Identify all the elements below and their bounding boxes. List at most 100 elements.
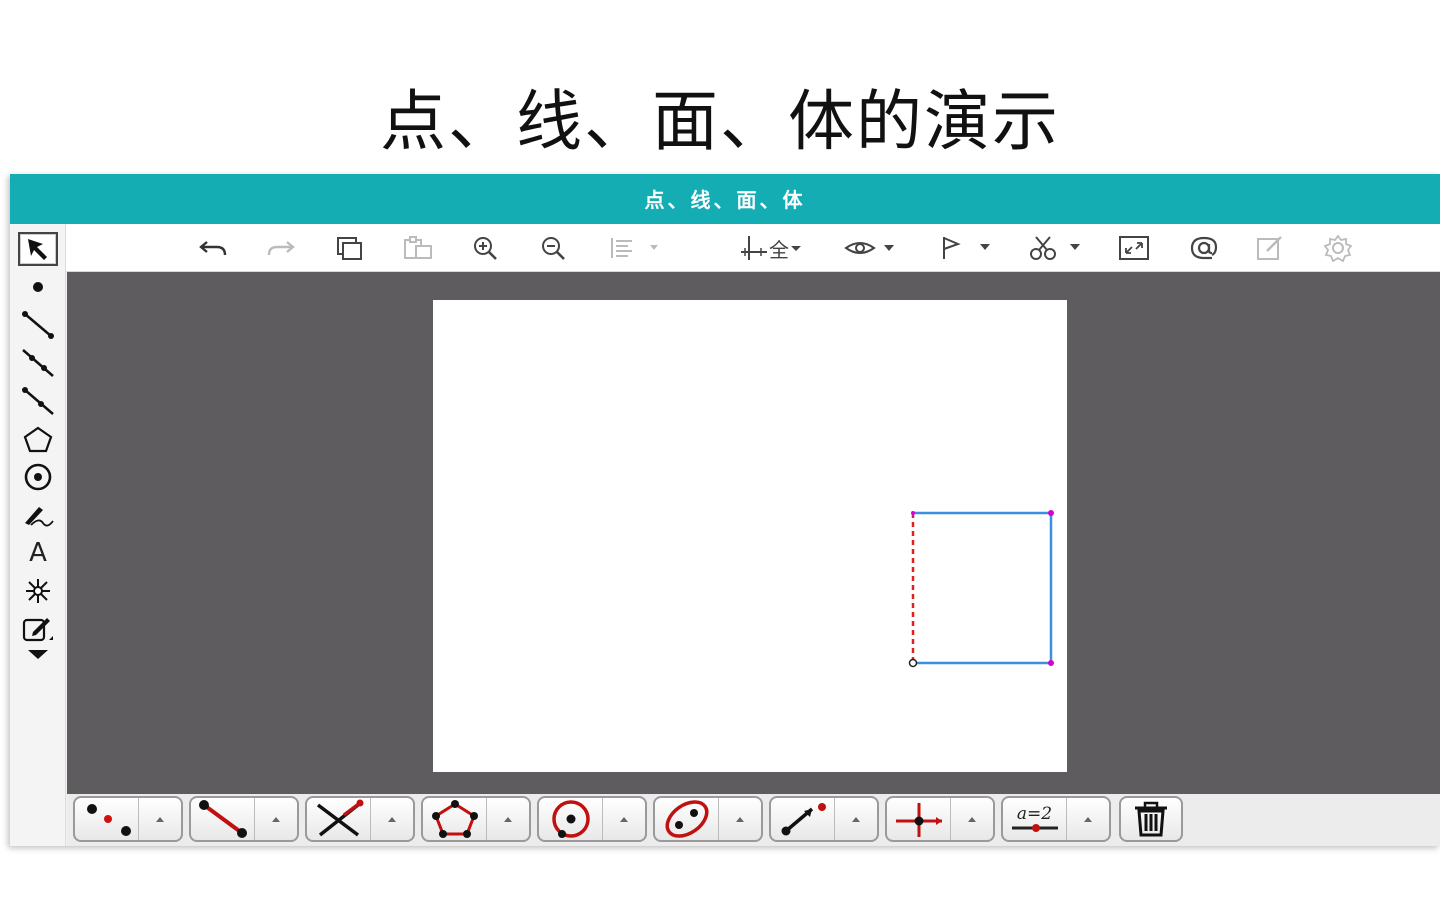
work-area (67, 272, 1440, 794)
paste-icon (404, 236, 432, 259)
slider-icon (1011, 824, 1058, 832)
delete-button[interactable] (1119, 796, 1183, 842)
polygon-icon (431, 800, 478, 838)
fullscreen-icon (1119, 236, 1149, 260)
formula-tool[interactable]: a=2 (1003, 798, 1067, 840)
chevron-up-icon (620, 817, 628, 822)
points-tool-group[interactable] (73, 796, 183, 842)
chevron-up-icon (852, 817, 860, 822)
intersect-icon (316, 799, 363, 837)
edit-icon (22, 618, 53, 642)
left-toolbar: A (10, 224, 66, 846)
axis-tool[interactable] (887, 798, 951, 840)
redo-icon (267, 241, 295, 256)
select-tool[interactable] (18, 232, 58, 266)
axis-icon (741, 236, 767, 260)
segment-tool-expand[interactable] (255, 798, 297, 840)
points-tool-expand[interactable] (139, 798, 181, 840)
vector-tool[interactable] (771, 798, 835, 840)
zoom-out-icon (542, 237, 565, 260)
scissors-dropdown[interactable] (1024, 232, 1088, 264)
text-icon: A (29, 538, 47, 568)
point-tool[interactable] (18, 270, 58, 304)
intersect-tool-group[interactable] (305, 796, 415, 842)
edit-tool[interactable] (18, 612, 58, 646)
segment-icon (198, 800, 247, 838)
edit-button[interactable] (1252, 232, 1288, 264)
axis-tool-expand[interactable] (951, 798, 993, 840)
more-tools-button[interactable] (18, 644, 58, 664)
axis-tool-group[interactable] (885, 796, 995, 842)
redo-button[interactable] (262, 232, 298, 264)
paste-button[interactable] (400, 232, 436, 264)
circle-icon (24, 463, 52, 491)
mention-button[interactable] (1186, 232, 1222, 264)
ray-icon (22, 387, 54, 415)
freehand-icon (25, 507, 54, 527)
points-icon (86, 804, 131, 836)
point-icon (33, 282, 43, 292)
top-toolbar: 全 (66, 224, 1440, 272)
vertex-top-right[interactable] (1048, 510, 1054, 516)
vertex-bottom-right[interactable] (1048, 660, 1054, 666)
intersect-tool[interactable] (307, 798, 371, 840)
align-icon (611, 238, 658, 258)
polygon-tool[interactable] (18, 422, 58, 456)
segment-icon (22, 311, 54, 339)
ray-tool[interactable] (18, 384, 58, 418)
circle-tool-group[interactable] (537, 796, 647, 842)
vector-tool-expand[interactable] (835, 798, 877, 840)
vector-tool-group[interactable] (769, 796, 879, 842)
vertex-bottom-left[interactable] (908, 658, 918, 668)
ellipse-tool-group[interactable] (653, 796, 763, 842)
polygon-tool[interactable] (423, 798, 487, 840)
ellipse-tool-expand[interactable] (719, 798, 761, 840)
polygon-tool-group[interactable] (421, 796, 531, 842)
segment-tool[interactable] (191, 798, 255, 840)
at-icon (1190, 236, 1218, 260)
window-title: 点、线、面、体 (10, 174, 1440, 224)
axis-icon (895, 803, 942, 837)
text-tool[interactable]: A (18, 536, 58, 570)
slide-title: 点、线、面、体的演示 (380, 83, 1060, 160)
scissors-icon (1030, 236, 1080, 260)
line-tool[interactable] (18, 346, 58, 380)
axis-label: 全 (769, 237, 789, 262)
segment-tool-group[interactable] (189, 796, 299, 842)
ellipse-tool[interactable] (655, 798, 719, 840)
copy-button[interactable] (332, 232, 368, 264)
align-dropdown[interactable] (604, 232, 668, 264)
circle-tool-expand[interactable] (603, 798, 645, 840)
points-tool[interactable] (75, 798, 139, 840)
flag-dropdown[interactable] (934, 232, 998, 264)
transform-tool[interactable] (18, 574, 58, 608)
circle-tool[interactable] (18, 460, 58, 494)
chevron-up-icon (736, 817, 744, 822)
fullscreen-button[interactable] (1116, 232, 1152, 264)
polygon-tool-expand[interactable] (487, 798, 529, 840)
visibility-dropdown[interactable] (840, 232, 904, 264)
ellipse-icon (665, 800, 708, 838)
line-icon (22, 349, 54, 377)
formula-label: a=2 (1016, 804, 1053, 824)
geometry-app-window: 点、线、面、体 全 A a=2 (10, 174, 1440, 846)
zoom-in-button[interactable] (468, 232, 504, 264)
undo-button[interactable] (196, 232, 232, 264)
zoom-in-icon (474, 237, 497, 260)
transform-icon (26, 579, 50, 603)
chevron-up-icon (388, 817, 396, 822)
eye-icon (844, 242, 894, 254)
intersect-tool-expand[interactable] (371, 798, 413, 840)
vertex-top-left[interactable] (911, 511, 915, 515)
settings-button[interactable] (1320, 232, 1356, 264)
edit-icon (1257, 236, 1282, 260)
zoom-out-button[interactable] (536, 232, 572, 264)
trash-icon (1135, 801, 1167, 837)
formula-tool-group[interactable]: a=2 (1001, 796, 1111, 842)
axis-dropdown[interactable]: 全 (730, 232, 812, 264)
segment-tool[interactable] (18, 308, 58, 342)
drawing-canvas[interactable] (433, 300, 1067, 772)
formula-tool-expand[interactable] (1067, 798, 1109, 840)
circle-tool[interactable] (539, 798, 603, 840)
freehand-tool[interactable] (18, 498, 58, 532)
